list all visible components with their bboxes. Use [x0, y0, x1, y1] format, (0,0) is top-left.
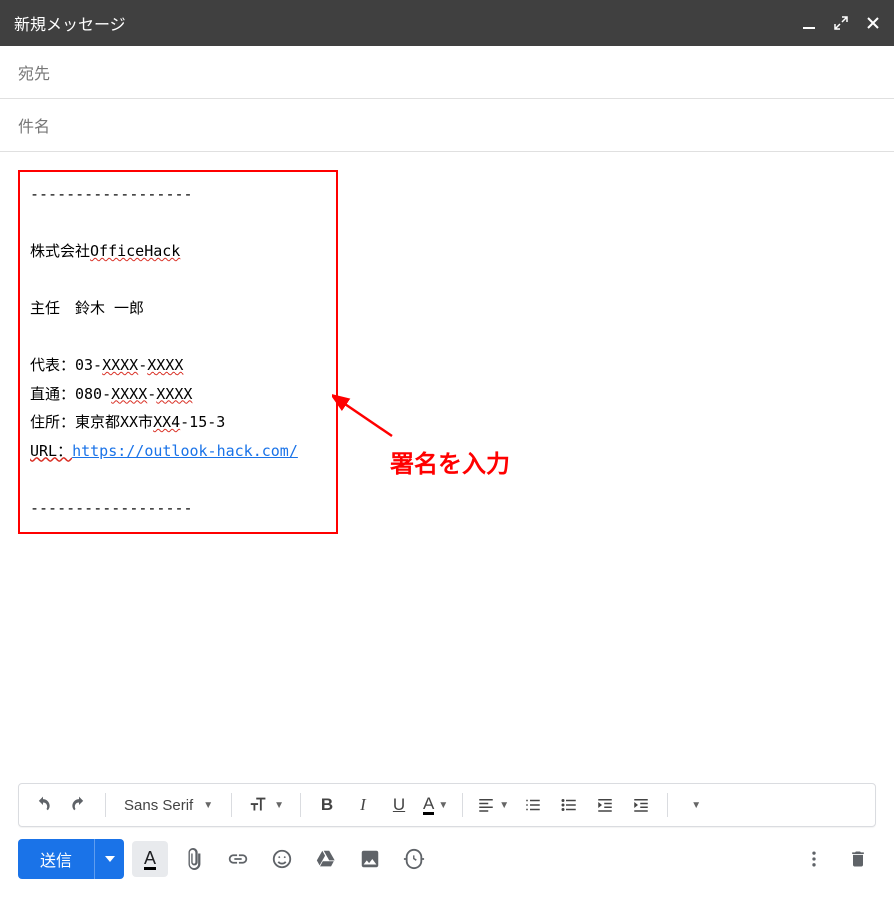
signature-address: 住所：東京都XX市XX4-15-3: [30, 408, 326, 437]
signature-company: 株式会社OfficeHack: [30, 237, 326, 266]
bulleted-list-button[interactable]: [553, 789, 585, 821]
align-button[interactable]: ▼: [473, 789, 513, 821]
toolbar-separator: [462, 793, 463, 817]
chevron-down-icon: ▼: [691, 800, 701, 811]
text-color-button[interactable]: A ▼: [419, 789, 452, 821]
minimize-icon[interactable]: [802, 16, 816, 30]
signature-highlight-box: ------------------ 株式会社OfficeHack 主任 鈴木 …: [18, 170, 338, 534]
discard-draft-button[interactable]: [840, 841, 876, 877]
window-controls: [802, 16, 880, 30]
attach-file-button[interactable]: [176, 841, 212, 877]
font-family-picker[interactable]: Sans Serif ▼: [116, 797, 221, 814]
to-field[interactable]: 宛先: [0, 46, 894, 99]
send-button[interactable]: 送信: [18, 839, 94, 879]
toolbar-separator: [667, 793, 668, 817]
signature-url-link[interactable]: https://outlook-hack.com/: [72, 442, 298, 460]
send-button-group: 送信: [18, 839, 124, 879]
window-header: 新規メッセージ: [0, 0, 894, 46]
chevron-down-icon: ▼: [438, 800, 448, 811]
signature-separator-bottom: ------------------: [30, 494, 326, 523]
bottom-toolbar: 送信 A: [0, 827, 894, 897]
toolbar-separator: [300, 793, 301, 817]
chevron-down-icon: ▼: [203, 800, 213, 811]
signature-tel-direct: 直通：080-XXXX-XXXX: [30, 380, 326, 409]
signature-name: 主任 鈴木 一郎: [30, 294, 326, 323]
signature-url: URL：https://outlook-hack.com/: [30, 437, 326, 466]
insert-emoji-button[interactable]: [264, 841, 300, 877]
chevron-down-icon: ▼: [499, 800, 509, 811]
signature-separator-top: ------------------: [30, 180, 326, 209]
confidential-mode-button[interactable]: [396, 841, 432, 877]
chevron-down-icon: ▼: [274, 800, 284, 811]
close-icon[interactable]: [866, 16, 880, 30]
message-body[interactable]: ------------------ 株式会社OfficeHack 主任 鈴木 …: [0, 152, 894, 775]
insert-drive-button[interactable]: [308, 841, 344, 877]
format-toolbar: Sans Serif ▼ ▼ B I U A ▼ ▼: [18, 783, 876, 827]
more-options-button[interactable]: [796, 841, 832, 877]
numbered-list-button[interactable]: [517, 789, 549, 821]
redo-button[interactable]: [63, 789, 95, 821]
insert-link-button[interactable]: [220, 841, 256, 877]
subject-field[interactable]: 件名: [0, 99, 894, 152]
toolbar-separator: [231, 793, 232, 817]
window-title: 新規メッセージ: [14, 11, 802, 35]
send-options-button[interactable]: [94, 839, 124, 879]
bold-button[interactable]: B: [311, 789, 343, 821]
format-toolbar-container: Sans Serif ▼ ▼ B I U A ▼ ▼: [0, 775, 894, 827]
toolbar-separator: [105, 793, 106, 817]
annotation-arrow-icon: [332, 394, 402, 444]
font-size-button[interactable]: ▼: [242, 789, 290, 821]
undo-button[interactable]: [27, 789, 59, 821]
signature-tel-main: 代表：03-XXXX-XXXX: [30, 351, 326, 380]
underline-button[interactable]: U: [383, 789, 415, 821]
compose-window: 新規メッセージ 宛先 件名 ------------------ 株式会社Off…: [0, 0, 894, 897]
insert-photo-button[interactable]: [352, 841, 388, 877]
expand-icon[interactable]: [834, 16, 848, 30]
more-format-button[interactable]: ▼: [678, 789, 710, 821]
indent-less-button[interactable]: [589, 789, 621, 821]
formatting-toggle-button[interactable]: A: [132, 841, 168, 877]
italic-button[interactable]: I: [347, 789, 379, 821]
annotation-label: 署名を入力: [390, 442, 510, 488]
indent-more-button[interactable]: [625, 789, 657, 821]
